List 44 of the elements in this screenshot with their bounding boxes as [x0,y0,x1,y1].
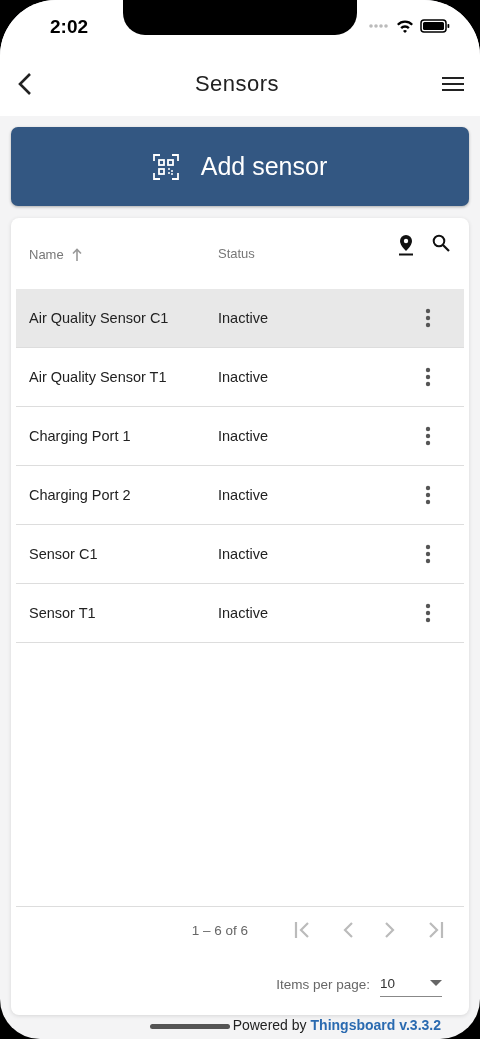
add-sensor-button[interactable]: Add sensor [11,127,469,206]
items-per-page-label: Items per page: [276,976,370,992]
page-title: Sensors [194,71,280,97]
sensor-status: Inactive [218,428,268,444]
sensor-name: Air Quality Sensor C1 [29,310,170,326]
more-options-icon[interactable] [425,485,431,505]
sensor-name: Air Quality Sensor T1 [29,369,168,385]
table-row[interactable]: Air Quality Sensor T1 Inactive [16,348,464,407]
sensor-status: Inactive [218,487,268,503]
page-range: 1 – 6 of 6 [191,922,248,938]
table-row[interactable]: Charging Port 2 Inactive [16,466,464,525]
dropdown-caret-icon [430,980,442,986]
search-icon[interactable] [432,234,450,252]
more-options-icon[interactable] [425,544,431,564]
sensor-status: Inactive [218,369,268,385]
table-row[interactable]: Air Quality Sensor C1 Inactive [16,289,464,348]
sensor-status: Inactive [218,310,268,326]
table-row[interactable]: Sensor T1 Inactive [16,584,464,643]
back-icon[interactable] [18,72,32,96]
sensor-name: Sensor T1 [29,605,97,621]
signal-icon [368,23,390,29]
sensor-status: Inactive [218,605,268,621]
sort-arrow-icon[interactable] [71,248,82,261]
sensor-name: Sensor C1 [29,546,99,562]
more-options-icon[interactable] [425,367,431,387]
battery-icon [420,19,450,33]
more-options-icon[interactable] [425,603,431,623]
sensor-name: Charging Port 1 [29,428,132,444]
sensor-status: Inactive [218,546,268,562]
sensor-name: Charging Port 2 [29,487,132,503]
more-options-icon[interactable] [425,308,431,328]
column-header[interactable]: Status [218,246,255,261]
items-per-page-select[interactable]: 10 [380,971,442,997]
table-row[interactable]: Charging Port 1 Inactive [16,407,464,466]
table-row[interactable]: Sensor C1 Inactive [16,525,464,584]
qr-code-icon [152,153,179,180]
wifi-icon [396,19,414,33]
thingsboard-link[interactable]: Thingsboard v.3.3.2 [310,1017,441,1033]
powered-by-text: Powered by [232,1017,307,1033]
column-header[interactable]: Name [29,247,82,262]
status-time: 2:02 [50,16,89,38]
menu-icon[interactable] [442,76,464,92]
more-options-icon[interactable] [425,426,431,446]
map-pin-icon[interactable] [398,234,414,256]
